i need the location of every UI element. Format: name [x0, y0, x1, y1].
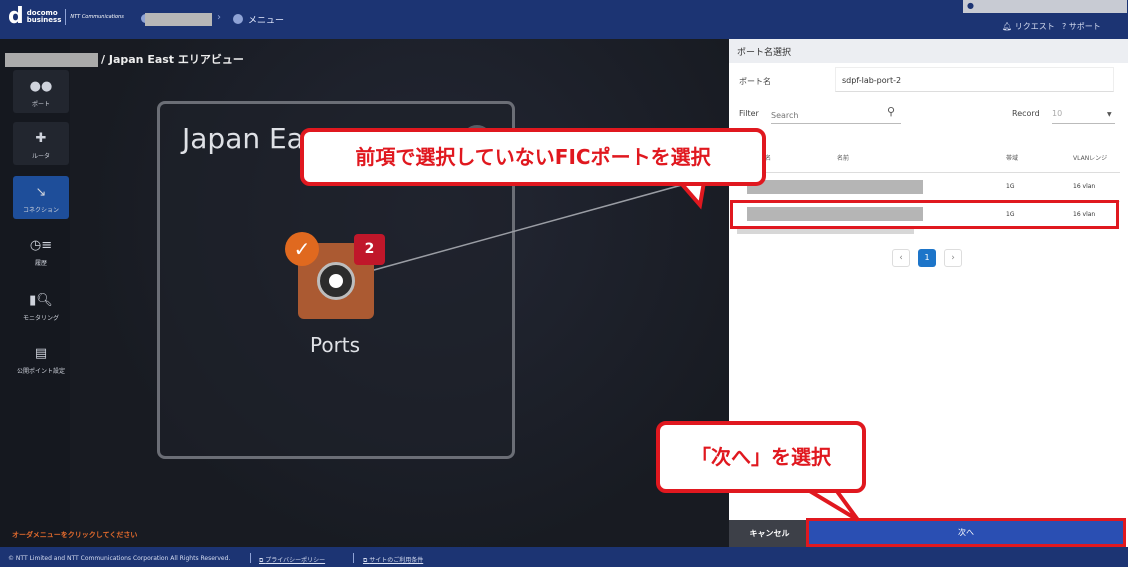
menu-icon[interactable]: [233, 14, 243, 24]
sidebar-item-public-point[interactable]: ▤ 公開ポイント設定: [13, 337, 69, 380]
chevron-right-icon: ›: [217, 12, 221, 23]
sidebar-item-router[interactable]: ✚ ルータ: [13, 122, 69, 165]
ntt-logo: NTT Communications: [70, 14, 124, 20]
terms-link[interactable]: ⧉ サイトのご利用条件: [363, 555, 423, 565]
sidebar-item-monitoring[interactable]: ▮🔍︎ モニタリング: [13, 284, 69, 327]
sidebar-item-history[interactable]: ◷≡ 履歴: [13, 229, 69, 272]
table-header-divider: [737, 172, 1120, 173]
privacy-policy-link[interactable]: ⧉ プライバシーポリシー: [259, 555, 325, 565]
port-dot-icon: [329, 274, 343, 288]
pagination-page-1[interactable]: 1: [918, 249, 936, 267]
column-header[interactable]: 名前: [837, 153, 849, 162]
caret-down-icon: ▼: [1107, 111, 1112, 118]
panel-title: ポート名選択: [737, 48, 792, 58]
search-icon[interactable]: ⚲: [887, 105, 895, 118]
bell-icon: 🔔︎: [1002, 22, 1015, 31]
copyright-text: © NTT Limited and NTT Communications Cor…: [8, 555, 231, 562]
help-icon: ?: [1062, 22, 1069, 31]
sidebar-label: 履歴: [34, 260, 47, 267]
record-select[interactable]: 10: [1052, 106, 1115, 124]
record-label: Record: [1012, 109, 1040, 118]
tenant-selector[interactable]: [145, 13, 212, 26]
docomo-business-logo[interactable]: d docomo business NTT Communications: [8, 6, 124, 28]
monitoring-icon: ▮🔍︎: [29, 293, 53, 308]
logo-text: docomo business: [27, 10, 62, 24]
port-icon: ●●: [29, 79, 53, 94]
pagination-next-button[interactable]: ›: [944, 249, 962, 267]
user-account-box[interactable]: [963, 0, 1127, 13]
column-header[interactable]: VLANレンジ: [1073, 153, 1107, 162]
request-link[interactable]: 🔔︎ リクエスト: [1002, 21, 1055, 32]
sidebar-label: 公開ポイント設定: [16, 368, 65, 375]
ports-label: Ports: [310, 333, 361, 357]
order-menu-hint: オーダメニューをクリックしてください: [12, 531, 138, 539]
history-icon: ◷≡: [29, 238, 53, 253]
support-link[interactable]: ? サポート: [1062, 21, 1101, 32]
user-icon: ●: [967, 1, 974, 10]
area-view-breadcrumb: / Japan East エリアビュー: [101, 53, 244, 66]
sidebar-label: モニタリング: [22, 315, 59, 322]
menu-link[interactable]: メニュー: [248, 13, 284, 26]
footer-divider: [353, 553, 354, 563]
callout-next: 「次へ」を選択: [656, 421, 866, 493]
pagination-prev-button[interactable]: ‹: [892, 249, 910, 267]
vlan-cell: 16 vlan: [1073, 183, 1096, 190]
panel-header: ポート名選択: [729, 39, 1128, 63]
next-button[interactable]: 次へ: [806, 518, 1126, 547]
port-name-field[interactable]: sdpf-lab-port-2: [835, 67, 1114, 92]
sidebar-item-port[interactable]: ●● ポート: [13, 70, 69, 113]
port-name-masked: [747, 180, 923, 194]
filter-label: Filter: [739, 109, 759, 118]
port-name-label: ポート名: [739, 77, 771, 86]
sidebar-label: ポート: [31, 101, 50, 108]
terms-label: サイトのご利用条件: [369, 557, 424, 564]
footer-divider: [250, 553, 251, 563]
ports-count-badge: 2: [354, 234, 385, 265]
check-icon: ✓: [285, 232, 319, 266]
sidebar-item-connection[interactable]: ↘ コネクション: [13, 176, 69, 219]
logo-mark: d: [8, 4, 24, 29]
column-header[interactable]: 帯域: [1006, 153, 1018, 162]
cancel-button[interactable]: キャンセル: [729, 520, 810, 547]
bandwidth-cell: 1G: [1006, 183, 1015, 190]
privacy-policy-label: プライバシーポリシー: [265, 557, 326, 564]
tenant-name-masked: [5, 53, 98, 67]
scrollbar-track[interactable]: [737, 229, 914, 234]
logo-divider: [65, 9, 67, 25]
logo-word-2: business: [26, 16, 62, 24]
connection-icon: ↘: [35, 185, 47, 200]
callout-select-port: 前項で選択していないFICポートを選択: [300, 128, 766, 186]
public-point-icon: ▤: [34, 346, 48, 361]
sidebar-label: コネクション: [22, 207, 59, 214]
sidebar-label: ルータ: [31, 153, 50, 160]
selected-row-highlight: [730, 200, 1119, 229]
request-label: リクエスト: [1014, 22, 1055, 31]
router-icon: ✚: [35, 131, 47, 146]
support-label: サポート: [1068, 22, 1101, 31]
search-input[interactable]: [771, 107, 901, 124]
